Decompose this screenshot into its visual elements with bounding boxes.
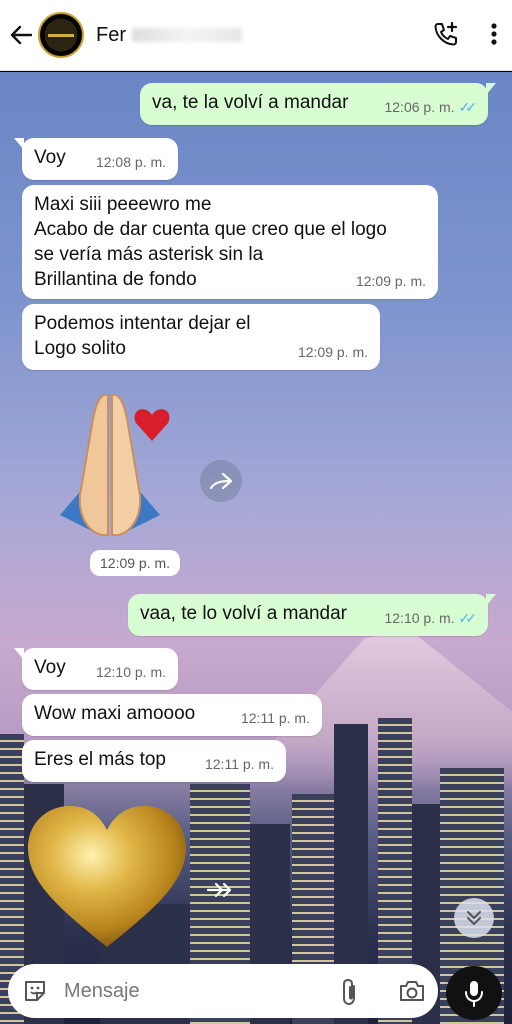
message-text: Wow maxi amoooo bbox=[34, 703, 196, 724]
message-incoming[interactable]: Wow maxi amoooo 12:11 p. m. bbox=[22, 694, 322, 736]
message-incoming[interactable]: Podemos intentar dejar el Logo solito 12… bbox=[22, 304, 380, 370]
camera-icon[interactable] bbox=[398, 979, 426, 1003]
chevron-double-down-icon bbox=[467, 911, 481, 925]
message-time: 12:10 p. m. bbox=[95, 664, 166, 680]
double-check-icon: ✓✓ bbox=[458, 610, 478, 626]
sticker-golden-heart[interactable] bbox=[24, 802, 190, 952]
message-incoming[interactable]: Voy 12:08 p. m. bbox=[14, 138, 178, 180]
sticker-icon[interactable] bbox=[22, 978, 48, 1004]
arrow-left-icon[interactable] bbox=[10, 24, 32, 46]
contact-avatar[interactable] bbox=[38, 12, 84, 58]
double-check-icon: ✓✓ bbox=[458, 99, 478, 115]
microphone-button[interactable] bbox=[446, 966, 502, 1020]
message-input[interactable] bbox=[62, 978, 316, 1004]
more-vert-icon[interactable] bbox=[490, 22, 498, 51]
message-text: Eres el más top bbox=[34, 749, 166, 770]
scroll-down-button[interactable] bbox=[454, 898, 494, 938]
sticker-time: 12:09 p. m. bbox=[90, 550, 181, 576]
contact-name[interactable]: Fer bbox=[96, 24, 242, 47]
message-text-line: Maxi siii peeewro me bbox=[34, 194, 212, 215]
message-outgoing[interactable]: vaa, te lo volví a mandar 12:10 p. m. ✓✓ bbox=[128, 594, 496, 636]
contact-name-redacted bbox=[132, 28, 242, 43]
paperclip-icon[interactable] bbox=[338, 978, 360, 1006]
chat-header: Fer bbox=[0, 0, 512, 71]
message-text: Voy bbox=[34, 147, 66, 168]
microphone-icon bbox=[465, 981, 483, 1007]
message-incoming[interactable]: Voy 12:10 p. m. bbox=[14, 648, 178, 690]
message-time: 12:11 p. m. bbox=[240, 710, 310, 726]
forward-icon[interactable] bbox=[200, 460, 242, 502]
message-text-line: se vería más asterisk sin la bbox=[34, 244, 264, 265]
message-time: 12:10 p. m. bbox=[384, 610, 455, 626]
message-time: 12:08 p. m. bbox=[95, 154, 166, 170]
add-call-icon[interactable] bbox=[432, 20, 460, 53]
message-text-line: Podemos intentar dejar el bbox=[34, 313, 251, 334]
sticker-praying-hands[interactable] bbox=[40, 385, 180, 545]
message-time: 12:09 p. m. bbox=[297, 344, 368, 360]
message-composer bbox=[8, 964, 438, 1018]
contact-name-text: Fer bbox=[96, 23, 126, 46]
message-text: Voy bbox=[34, 657, 66, 678]
message-text: vaa, te lo volví a mandar bbox=[140, 603, 347, 624]
message-text-line: Acabo de dar cuenta que creo que el logo bbox=[34, 219, 387, 240]
message-time: 12:09 p. m. bbox=[355, 273, 426, 289]
message-time: 12:06 p. m. bbox=[384, 99, 455, 115]
message-incoming[interactable]: Maxi siii peeewro me Acabo de dar cuenta… bbox=[22, 185, 438, 299]
message-incoming[interactable]: Eres el más top 12:11 p. m. bbox=[22, 740, 286, 782]
forward-icon[interactable] bbox=[206, 880, 236, 905]
message-time: 12:11 p. m. bbox=[204, 756, 274, 772]
message-text: va, te la volví a mandar bbox=[152, 92, 349, 113]
message-outgoing[interactable]: va, te la volví a mandar 12:06 p. m. ✓✓ bbox=[140, 83, 496, 125]
